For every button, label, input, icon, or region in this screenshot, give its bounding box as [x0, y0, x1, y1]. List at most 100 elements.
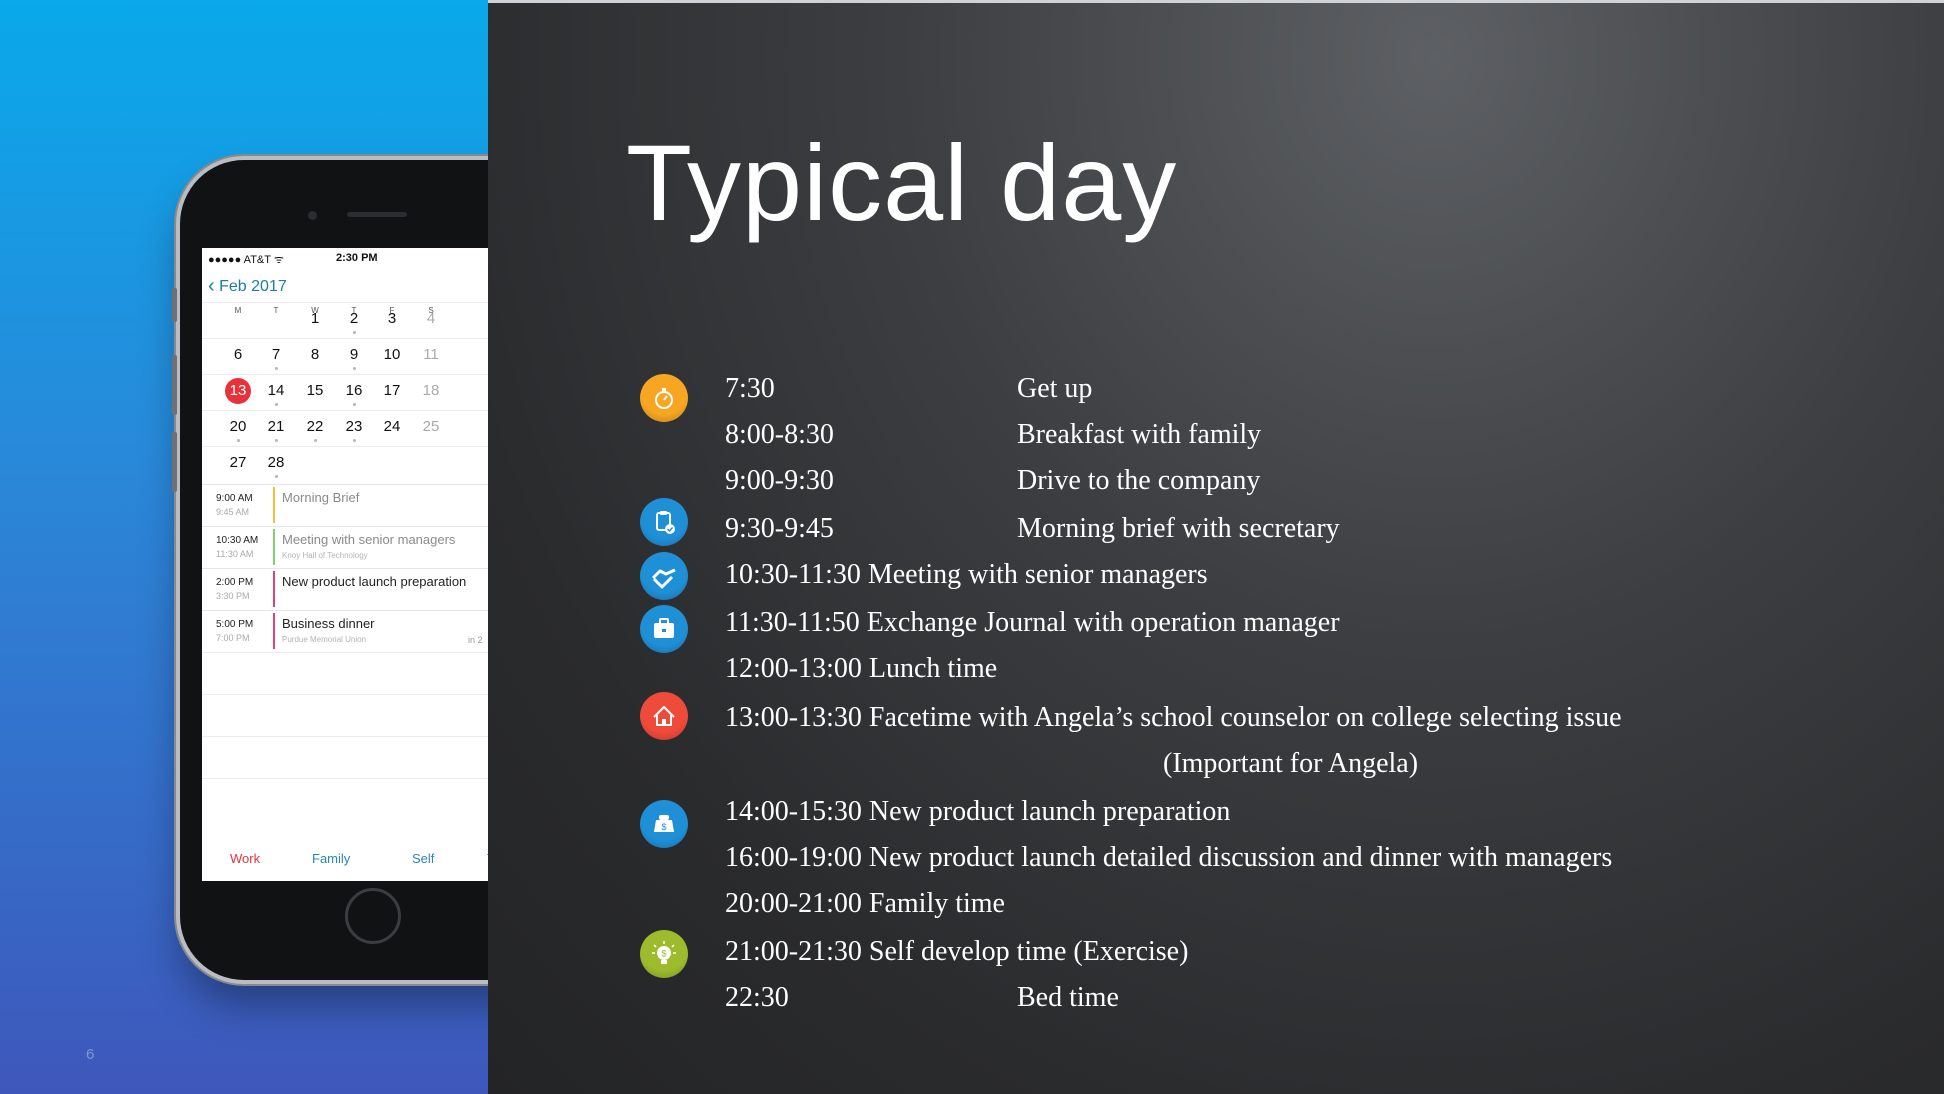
event-dot	[237, 439, 240, 442]
event-start-time: 2:00 PM	[216, 577, 254, 588]
calendar-day[interactable]: 10	[377, 346, 407, 363]
mute-switch	[172, 288, 177, 322]
event-dot	[353, 403, 356, 406]
event-dot	[353, 331, 356, 334]
event-title: Business dinner	[282, 616, 375, 631]
event-color-bar	[273, 571, 275, 607]
schedule-entry: 11:30-11:50 Exchange Journal with operat…	[725, 607, 1340, 638]
calendar-day[interactable]: 25	[416, 418, 446, 435]
chevron-left-icon: ‹	[208, 275, 215, 297]
week-divider	[202, 446, 488, 447]
calendar-day[interactable]: 11	[416, 346, 446, 363]
schedule-activity: Breakfast with family	[1017, 419, 1262, 450]
event-title: New product launch preparation	[282, 574, 467, 589]
clipboard-check-icon	[640, 498, 688, 546]
briefcase-icon	[640, 605, 688, 653]
calendar-day[interactable]: 8	[300, 346, 330, 363]
empty-slot-divider	[202, 652, 488, 653]
week-divider	[202, 410, 488, 411]
status-bar: ●●●●● AT&T ᯤ 2:30 PM	[202, 248, 488, 268]
calendar-day[interactable]: 16	[339, 382, 369, 399]
event-dot	[353, 367, 356, 370]
event-color-bar	[273, 487, 275, 523]
week-divider	[202, 374, 488, 375]
volume-up-button	[172, 355, 177, 415]
calendar-day[interactable]: 6	[223, 346, 253, 363]
schedule-entry: 21:00-21:30 Self develop time (Exercise)	[725, 936, 1189, 967]
week-divider	[202, 302, 488, 303]
schedule-entry: 16:00-19:00 New product launch detailed …	[725, 842, 1613, 873]
event-dot	[275, 403, 278, 406]
schedule-time: 9:00-9:30	[725, 465, 834, 496]
back-to-month-button[interactable]: ‹ Feb 2017	[208, 274, 287, 297]
event-end-time: 11:30 AM	[216, 549, 254, 559]
lightbulb-dollar-icon: $	[640, 930, 688, 978]
event-title: Meeting with senior managers	[282, 532, 456, 547]
slide-title: Typical day	[626, 122, 1178, 243]
weekday-label: M	[234, 306, 242, 315]
money-bag-icon: $	[640, 800, 688, 848]
event-dot	[275, 475, 278, 478]
schedule-activity: Morning brief with secretary	[1017, 513, 1340, 544]
tab-family[interactable]: Family	[312, 851, 350, 866]
calendar-day[interactable]: 14	[261, 382, 291, 399]
empty-slot-divider	[202, 736, 488, 737]
event-dot	[314, 439, 317, 442]
left-panel: ●●●●● AT&T ᯤ 2:30 PM ‹ Feb 2017 MTWTFS 1…	[0, 0, 488, 1094]
phone-mockup: ●●●●● AT&T ᯤ 2:30 PM ‹ Feb 2017 MTWTFS 1…	[172, 160, 488, 980]
schedule-activity: Bed time	[1017, 982, 1119, 1013]
empty-slot-divider	[202, 778, 488, 779]
schedule-time: 9:30-9:45	[725, 513, 834, 544]
svg-text:$: $	[661, 822, 666, 832]
schedule-entry: 10:30-11:30 Meeting with senior managers	[725, 559, 1208, 590]
calendar-day[interactable]: 28	[261, 454, 291, 471]
weekday-label: T	[273, 306, 279, 315]
status-time: 2:30 PM	[336, 252, 378, 264]
svg-text:$: $	[661, 949, 666, 959]
empty-slot-divider	[202, 694, 488, 695]
home-button[interactable]	[345, 888, 401, 944]
calendar-day[interactable]: 3	[377, 310, 407, 327]
handshake-icon	[640, 552, 688, 600]
event-title: Morning Brief	[282, 490, 360, 505]
event-row[interactable]: 9:00 AM 9:45 AM Morning Brief	[202, 484, 488, 527]
tab-self[interactable]: Self	[412, 851, 434, 866]
calendar-day[interactable]: 4	[416, 310, 446, 327]
event-start-time: 9:00 AM	[216, 493, 253, 504]
volume-down-button	[172, 432, 177, 492]
calendar-day[interactable]: 9	[339, 346, 369, 363]
event-end-time: 9:45 AM	[216, 507, 250, 517]
calendar-day[interactable]: 27	[223, 454, 253, 471]
event-row[interactable]: 2:00 PM 3:30 PM New product launch prepara…	[202, 568, 488, 611]
calendar-day[interactable]: 13	[223, 378, 253, 404]
calendar-day[interactable]: 7	[261, 346, 291, 363]
tab-work[interactable]: Work	[230, 851, 260, 866]
event-row[interactable]: 10:30 AM 11:30 AM Meeting with senior mana…	[202, 526, 488, 569]
camera-dot	[308, 211, 317, 220]
carrier-label: ●●●●● AT&T ᯤ	[208, 254, 284, 266]
schedule-entry: 20:00-21:00 Family time	[725, 888, 1005, 919]
event-location: Knoy Hall of Technology	[282, 551, 368, 560]
schedule-activity: Drive to the company	[1017, 465, 1261, 496]
calendar-day[interactable]: 23	[339, 418, 369, 435]
calendar-day[interactable]: 1	[300, 310, 330, 327]
event-dot	[275, 367, 278, 370]
event-row[interactable]: 5:00 PM 7:00 PM Business dinner Purdue Memo…	[202, 610, 488, 653]
calendar-day[interactable]: 2	[339, 310, 369, 327]
calendar-day[interactable]: 17	[377, 382, 407, 399]
calendar-day[interactable]: 21	[261, 418, 291, 435]
schedule-time: 7:30	[725, 373, 775, 404]
calendar-day[interactable]: 15	[300, 382, 330, 399]
schedule-activity: (Important for Angela)	[1163, 748, 1419, 779]
schedule-entry: 12:00-13:00 Lunch time	[725, 653, 998, 684]
month-label: Feb 2017	[219, 278, 287, 295]
week-divider	[202, 338, 488, 339]
calendar-day[interactable]: 22	[300, 418, 330, 435]
event-start-time: 10:30 AM	[216, 535, 259, 546]
phone-screen: ●●●●● AT&T ᯤ 2:30 PM ‹ Feb 2017 MTWTFS 1…	[202, 248, 488, 881]
page-number: 6	[86, 1046, 95, 1063]
calendar-day[interactable]: 24	[377, 418, 407, 435]
calendar-day[interactable]: 20	[223, 418, 253, 435]
calendar-day[interactable]: 18	[416, 382, 446, 399]
event-dot	[353, 439, 356, 442]
